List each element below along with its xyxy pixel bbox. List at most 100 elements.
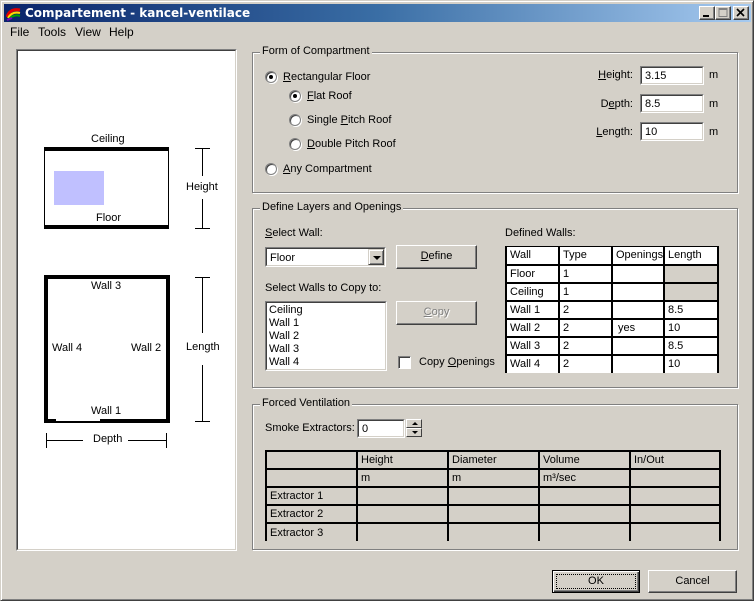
- table-cell[interactable]: [539, 487, 631, 506]
- header-cell: In/Out: [630, 451, 721, 470]
- table-cell[interactable]: 2: [559, 336, 613, 356]
- defined-walls-label: Defined Walls:: [505, 227, 576, 239]
- height-input-frame: [640, 66, 704, 85]
- table-cell[interactable]: Wall 4: [506, 354, 560, 373]
- table-cell[interactable]: 1: [559, 264, 613, 284]
- table-cell[interactable]: [630, 505, 721, 524]
- menu-tools[interactable]: Tools: [38, 25, 66, 39]
- select-wall-value: Floor: [270, 252, 296, 264]
- cancel-button[interactable]: Cancel: [648, 570, 737, 593]
- radio-double-pitch-roof[interactable]: Double Pitch Roof: [289, 138, 396, 150]
- table-cell[interactable]: [448, 523, 540, 541]
- list-item[interactable]: Wall 1: [267, 317, 385, 330]
- maximize-icon: [718, 8, 728, 17]
- header-cell: Type: [559, 246, 613, 266]
- table-cell[interactable]: [612, 336, 665, 356]
- table-cell[interactable]: [539, 523, 631, 541]
- spin-down-icon[interactable]: [406, 428, 422, 437]
- smoke-extractors-spinner[interactable]: [406, 419, 422, 438]
- menu-file[interactable]: File: [10, 25, 29, 39]
- spin-up-icon[interactable]: [406, 419, 422, 428]
- select-wall-dropdown[interactable]: Floor: [265, 247, 386, 267]
- list-item[interactable]: Wall 4: [267, 356, 385, 369]
- table-cell[interactable]: 2: [559, 300, 613, 320]
- table-cell[interactable]: 10: [664, 354, 719, 373]
- table-row[interactable]: Extractor 3: [266, 523, 721, 541]
- compartment-window: Compartement - kancel-ventilace File Too…: [0, 0, 754, 601]
- radio-rectangular-floor[interactable]: Rectangular Floor: [265, 71, 370, 83]
- table-cell[interactable]: [448, 505, 540, 524]
- radio-button[interactable]: [265, 71, 277, 83]
- table-cell[interactable]: [630, 523, 721, 541]
- minimize-button[interactable]: [699, 6, 715, 20]
- smoke-extractors-input[interactable]: [359, 421, 403, 436]
- unit-cell: [630, 469, 721, 488]
- copy-to-listbox[interactable]: Ceiling Wall 1 Wall 2 Wall 3 Wall 4: [265, 301, 387, 371]
- depth-input[interactable]: [642, 96, 702, 111]
- list-item[interactable]: Wall 3: [267, 343, 385, 356]
- define-button[interactable]: Define: [396, 245, 477, 269]
- table-cell[interactable]: Wall 2: [506, 318, 560, 338]
- table-cell[interactable]: [539, 505, 631, 524]
- table-cell[interactable]: 1: [559, 282, 613, 302]
- menu-help[interactable]: Help: [109, 25, 134, 39]
- table-cell[interactable]: [612, 282, 665, 302]
- radio-button[interactable]: [289, 138, 301, 150]
- table-cell[interactable]: 10: [664, 318, 719, 338]
- radio-any-compartment[interactable]: Any Compartment: [265, 163, 372, 175]
- table-cell[interactable]: Ceiling: [506, 282, 560, 302]
- table-cell[interactable]: [357, 523, 449, 541]
- table-cell[interactable]: [612, 264, 665, 284]
- list-item[interactable]: Ceiling: [267, 304, 385, 317]
- radio-single-pitch-roof[interactable]: Single Pitch Roof: [289, 114, 391, 126]
- table-cell[interactable]: [612, 300, 665, 320]
- length-input[interactable]: [642, 124, 702, 139]
- table-cell[interactable]: [448, 487, 540, 506]
- table-cell[interactable]: [630, 487, 721, 506]
- table-cell[interactable]: 8.5: [664, 336, 719, 356]
- list-item[interactable]: Wall 2: [267, 330, 385, 343]
- radio-flat-roof[interactable]: Flat Roof: [289, 90, 352, 102]
- table-cell[interactable]: Floor: [506, 264, 560, 284]
- table-row[interactable]: Wall 3 2 8.5: [506, 336, 719, 356]
- height-input[interactable]: [642, 68, 702, 83]
- radio-button[interactable]: [289, 90, 301, 102]
- table-cell[interactable]: Wall 1: [506, 300, 560, 320]
- header-cell: Openings: [612, 246, 665, 266]
- depth-input-frame: [640, 94, 704, 113]
- depth-label: Depth:: [600, 98, 633, 110]
- table-cell[interactable]: [357, 505, 449, 524]
- copy-button[interactable]: Copy: [396, 301, 477, 325]
- focus-ring: [556, 574, 636, 589]
- chevron-down-icon[interactable]: [368, 249, 384, 265]
- table-row[interactable]: Wall 4 2 10: [506, 354, 719, 373]
- copy-openings-checkbox[interactable]: [398, 356, 411, 369]
- row-label: Extractor 3: [266, 523, 358, 541]
- ok-button[interactable]: OK: [552, 570, 640, 593]
- row-label: Extractor 1: [266, 487, 358, 506]
- maximize-button[interactable]: [715, 6, 731, 20]
- wall-4-label: Wall 4: [52, 342, 83, 354]
- minimize-icon: [703, 15, 709, 17]
- table-cell[interactable]: 8.5: [664, 300, 719, 320]
- table-cell: [664, 264, 719, 284]
- table-row[interactable]: Wall 1 2 8.5: [506, 300, 719, 320]
- depth-dimension-line-left: [46, 440, 83, 441]
- table-row[interactable]: Extractor 2: [266, 505, 721, 524]
- radio-button[interactable]: [289, 114, 301, 126]
- table-cell[interactable]: 2: [559, 318, 613, 338]
- table-row[interactable]: Extractor 1: [266, 487, 721, 506]
- close-button[interactable]: [733, 6, 749, 20]
- header-cell: Volume: [539, 451, 631, 470]
- table-cell[interactable]: yes: [612, 318, 665, 338]
- table-cell[interactable]: [612, 354, 665, 373]
- table-row[interactable]: Floor 1: [506, 264, 719, 284]
- table-row[interactable]: Ceiling 1: [506, 282, 719, 302]
- table-cell[interactable]: Wall 3: [506, 336, 560, 356]
- table-row[interactable]: Wall 2 2 yes 10: [506, 318, 719, 338]
- table-cell[interactable]: 2: [559, 354, 613, 373]
- menu-view[interactable]: View: [75, 25, 101, 39]
- table-cell[interactable]: [357, 487, 449, 506]
- unit-cell: m: [357, 469, 449, 488]
- radio-button[interactable]: [265, 163, 277, 175]
